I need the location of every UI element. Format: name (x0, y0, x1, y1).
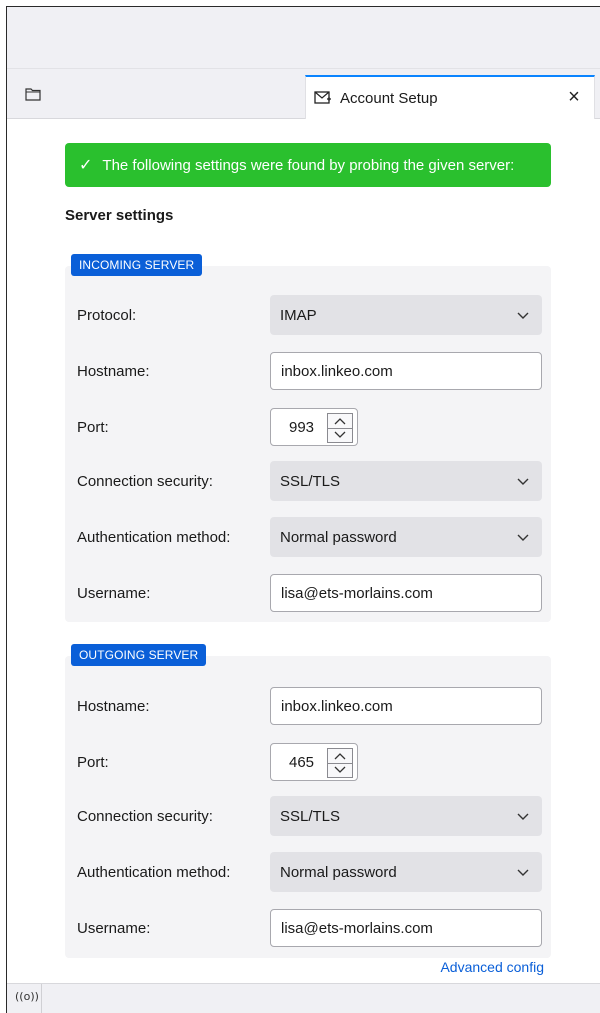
incoming-port-value: 993 (289, 419, 315, 436)
title-bar (7, 7, 600, 69)
outgoing-hostname-input[interactable]: inbox.linkeo.com (270, 687, 542, 725)
incoming-port-row: Port: 993 (65, 407, 551, 447)
outgoing-port-value: 465 (289, 754, 315, 771)
incoming-server-group: INCOMING SERVER Protocol: IMAP Hostname:… (65, 254, 551, 622)
tab-label: Account Setup (340, 89, 438, 107)
outgoing-port-stepper[interactable]: 465 (270, 743, 358, 781)
close-icon[interactable]: × (562, 85, 586, 109)
outgoing-port-row: Port: 465 (65, 742, 551, 782)
incoming-security-value: SSL/TLS (280, 472, 341, 490)
outgoing-username-row: Username: lisa@ets-morlains.com (65, 908, 551, 948)
check-icon: ✓ (79, 157, 93, 174)
incoming-security-row: Connection security: SSL/TLS (65, 461, 551, 501)
incoming-username-value: lisa@ets-morlains.com (281, 584, 433, 602)
incoming-username-input[interactable]: lisa@ets-morlains.com (270, 574, 542, 612)
chevron-down-icon (517, 478, 529, 485)
username-label: Username: (77, 919, 151, 937)
decrement-button[interactable] (327, 763, 353, 778)
account-setup-content: ✓ The following settings were found by p… (7, 119, 600, 983)
activity-icon[interactable]: ((o)) (15, 990, 39, 1003)
incoming-security-select[interactable]: SSL/TLS (270, 461, 542, 501)
chevron-up-icon (334, 417, 346, 425)
outgoing-username-value: lisa@ets-morlains.com (281, 919, 433, 937)
tab-bar: Account Setup × (7, 69, 600, 119)
outgoing-security-value: SSL/TLS (280, 807, 341, 825)
security-label: Connection security: (77, 807, 213, 825)
account-setup-icon (314, 91, 331, 104)
chevron-down-icon (517, 312, 529, 319)
stepper-arrows (327, 748, 353, 778)
incoming-server-badge: INCOMING SERVER (71, 254, 203, 276)
status-divider (41, 984, 42, 1013)
section-title: Server settings (65, 207, 174, 224)
port-label: Port: (77, 753, 109, 771)
protocol-select[interactable]: IMAP (270, 295, 542, 335)
protocol-label: Protocol: (77, 306, 137, 324)
protocol-value: IMAP (280, 306, 317, 324)
hostname-label: Hostname: (77, 362, 150, 380)
incoming-username-row: Username: lisa@ets-morlains.com (65, 573, 551, 613)
stepper-arrows (327, 413, 353, 443)
app-window: Account Setup × ✓ The following settings… (6, 6, 600, 1013)
incoming-protocol-row: Protocol: IMAP (65, 295, 551, 335)
chevron-down-icon (517, 534, 529, 541)
status-bar: ((o)) (7, 983, 600, 1013)
username-label: Username: (77, 584, 151, 602)
chevron-up-icon (334, 752, 346, 760)
outgoing-hostname-value: inbox.linkeo.com (281, 697, 393, 715)
outgoing-security-row: Connection security: SSL/TLS (65, 796, 551, 836)
outgoing-auth-row: Authentication method: Normal password (65, 852, 551, 892)
incoming-auth-select[interactable]: Normal password (270, 517, 542, 557)
outgoing-server-group: OUTGOING SERVER Hostname: inbox.linkeo.c… (65, 644, 551, 958)
outgoing-hostname-row: Hostname: inbox.linkeo.com (65, 686, 551, 726)
increment-button[interactable] (327, 413, 353, 429)
increment-button[interactable] (327, 748, 353, 764)
outgoing-security-select[interactable]: SSL/TLS (270, 796, 542, 836)
folder-icon[interactable] (25, 87, 41, 101)
outgoing-auth-value: Normal password (280, 863, 397, 881)
incoming-port-stepper[interactable]: 993 (270, 408, 358, 446)
success-banner: ✓ The following settings were found by p… (65, 143, 551, 187)
outgoing-auth-select[interactable]: Normal password (270, 852, 542, 892)
incoming-auth-value: Normal password (280, 528, 397, 546)
outgoing-server-badge: OUTGOING SERVER (71, 644, 207, 666)
chevron-down-icon (334, 766, 346, 774)
security-label: Connection security: (77, 472, 213, 490)
incoming-hostname-row: Hostname: inbox.linkeo.com (65, 351, 551, 391)
port-label: Port: (77, 418, 109, 436)
auth-label: Authentication method: (77, 863, 231, 881)
tab-account-setup[interactable]: Account Setup × (305, 75, 595, 119)
banner-text: The following settings were found by pro… (102, 156, 515, 174)
chevron-down-icon (517, 869, 529, 876)
decrement-button[interactable] (327, 428, 353, 443)
chevron-down-icon (517, 813, 529, 820)
incoming-auth-row: Authentication method: Normal password (65, 517, 551, 557)
incoming-hostname-value: inbox.linkeo.com (281, 362, 393, 380)
chevron-down-icon (334, 431, 346, 439)
advanced-config-link[interactable]: Advanced config (440, 959, 544, 975)
incoming-hostname-input[interactable]: inbox.linkeo.com (270, 352, 542, 390)
outgoing-username-input[interactable]: lisa@ets-morlains.com (270, 909, 542, 947)
auth-label: Authentication method: (77, 528, 231, 546)
hostname-label: Hostname: (77, 697, 150, 715)
